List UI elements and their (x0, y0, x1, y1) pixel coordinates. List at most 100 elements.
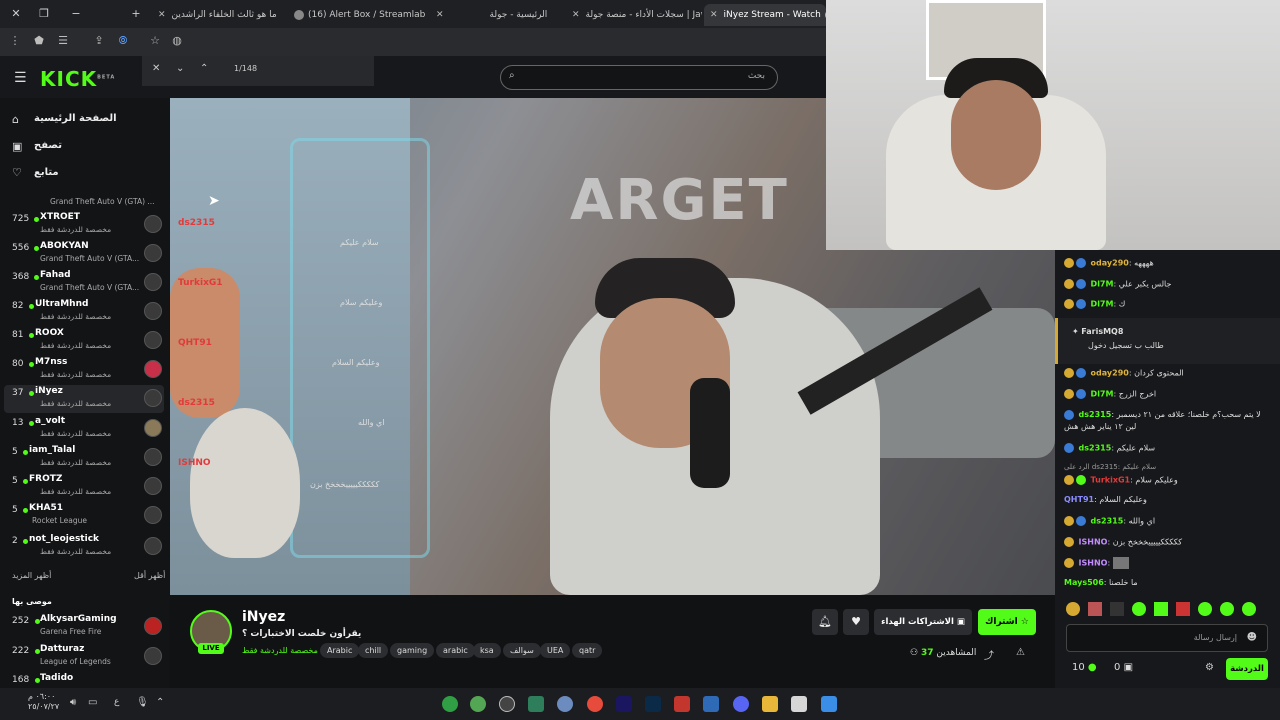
app-outlook-icon[interactable] (703, 696, 719, 712)
share-icon[interactable]: ⤴ (984, 647, 994, 662)
notification-bell-button[interactable]: 🔔︎ (812, 609, 838, 635)
browser-tab[interactable]: ✕ الرئيسية - جولة (430, 4, 566, 26)
kicks-count[interactable]: 10 ● (1072, 662, 1097, 673)
windows-start-icon[interactable] (821, 696, 837, 712)
tray-expand-icon[interactable]: ⌃ (156, 697, 164, 708)
app-terminal-icon[interactable] (528, 696, 544, 712)
network-icon[interactable]: ▭ (88, 697, 97, 708)
sidebar-channel[interactable]: 82 UltraMhnd مخصصة للدردشة فقط (4, 298, 164, 326)
find-prev-icon[interactable]: ⌃ (200, 63, 208, 74)
new-tab-icon[interactable]: + (128, 6, 144, 22)
sidebar-channel-selected[interactable]: 37 iNyez مخصصة للدردشة فقط (4, 385, 164, 413)
sidebar-channel[interactable]: 556 ABOKYAN Grand Theft Auto V (GTA... (4, 240, 164, 268)
sidebar-channel[interactable]: 80 M7nss مخصصة للدردشة فقط (4, 356, 164, 384)
app-file-explorer-icon[interactable] (762, 696, 778, 712)
browser-tab[interactable]: ✕سجلات الأداء - منصة جولة | Jawlah (566, 4, 702, 26)
tag[interactable]: chill (358, 643, 389, 658)
channel-category: Garena Free Fire (40, 627, 102, 636)
sidebar-channel[interactable]: 5 FROTZ مخصصة للدردشة فقط (4, 473, 164, 501)
app-chatgpt-icon[interactable] (499, 696, 515, 712)
stream-category[interactable]: مخصصة للدردشة فقط (242, 646, 318, 655)
language-indicator-icon[interactable]: ع (114, 697, 119, 707)
gift-subs-button[interactable]: الاشتراكات الهداء ▣ (874, 609, 972, 635)
find-next-icon[interactable]: ⌄ (176, 63, 184, 74)
chat-input[interactable]: إرسال رسالة ☻ (1066, 624, 1268, 652)
app-photoshop-icon[interactable] (645, 696, 661, 712)
tag[interactable]: UEA (540, 643, 571, 658)
subscribe-button[interactable]: اشتراك ☆ (978, 609, 1036, 635)
sidebar-channel[interactable]: 81 ROOX مخصصة للدردشة فقط (4, 327, 164, 355)
sidebar-channel[interactable]: 13 a_volt مخصصة للدردشة فقط (4, 415, 164, 443)
follow-heart-button[interactable]: ♥ (843, 609, 869, 635)
viewer-count: 556 (12, 243, 30, 253)
app-discord-icon[interactable] (733, 696, 749, 712)
sidebar-channel[interactable]: 725 XTROET مخصصة للدردشة فقط (4, 211, 164, 239)
overlay-chat-msg: وعليكم السلام (332, 358, 380, 367)
emote-icon[interactable] (1132, 602, 1146, 616)
live-dot (23, 539, 28, 544)
browser-tab[interactable]: (16) Alert Box / Streamlab✕ (290, 4, 426, 26)
emoji-icon[interactable]: ☻ (1247, 632, 1257, 643)
app-chrome-green-icon[interactable] (442, 696, 458, 712)
emote-icon[interactable] (1154, 602, 1168, 616)
emote-icon[interactable] (1088, 602, 1102, 616)
site-info-icon[interactable]: ◍ (170, 34, 184, 48)
filter-icon[interactable]: ☰ (56, 34, 70, 48)
volume-icon[interactable]: 🔊︎ (70, 697, 76, 708)
gifts-count[interactable]: 0 ▣ (1114, 662, 1133, 673)
channel-name[interactable]: iNyez (242, 609, 285, 625)
app-red-icon[interactable] (674, 696, 690, 712)
emote-icon[interactable] (1198, 602, 1212, 616)
tag[interactable]: Arabic (320, 643, 360, 658)
minimize-icon[interactable]: − (68, 6, 84, 22)
emote-icon[interactable] (1176, 602, 1190, 616)
report-icon[interactable]: ⚠ (1016, 647, 1025, 658)
show-less-link[interactable]: أظهر أقل (134, 571, 165, 580)
emote-icon[interactable] (1220, 602, 1234, 616)
sidebar-channel[interactable]: 5 iam_Talal مخصصة للدردشة فقط (4, 444, 164, 472)
kick-logo[interactable]: KICKBETA (40, 67, 115, 91)
show-more-link[interactable]: أظهر المزيد (12, 571, 51, 580)
star-icon[interactable]: ☆ (148, 34, 162, 48)
sidebar-channel[interactable]: 368 Fahad Grand Theft Auto V (GTA... (4, 269, 164, 297)
tag[interactable]: arabic (436, 643, 475, 658)
app-chrome-icon[interactable] (587, 696, 603, 712)
app-browser-icon[interactable] (470, 696, 486, 712)
tag[interactable]: ksa (473, 643, 501, 658)
tag[interactable]: gaming (390, 643, 435, 658)
clock[interactable]: ٠٦:٠٠ م ٢٥/٠٧/٢٧ (28, 692, 59, 712)
app-premiere-icon[interactable] (616, 696, 632, 712)
emote-icon[interactable] (1242, 602, 1256, 616)
tag[interactable]: qatr (572, 643, 603, 658)
close-window-icon[interactable]: ✕ (8, 6, 24, 22)
chat-input-placeholder: إرسال رسالة (1193, 633, 1237, 642)
sidebar-channel[interactable]: 2 not_leojestick مخصصة للدردشة فقط (4, 533, 164, 561)
browser-tab[interactable]: ✕ ما هو ثالث الخلفاء الراشدين (152, 4, 282, 26)
recommended-channel[interactable]: 168 Tadido (4, 672, 164, 688)
sub-badge-icon (1076, 475, 1086, 485)
settings-gear-icon[interactable]: ⚙ (1205, 662, 1214, 673)
recommended-channel[interactable]: 222 Datturaz League of Legends (4, 643, 164, 671)
extension-icon[interactable]: ⬟ (32, 34, 46, 48)
share-icon[interactable]: ⇪ (92, 34, 106, 48)
chat-message: QHT91: وعليكم السلام (1064, 495, 1147, 504)
badge-icon (1064, 537, 1074, 547)
menu-icon[interactable]: ☰ (14, 70, 27, 86)
mouse-cursor-icon: ➤ (208, 193, 220, 209)
sidebar-channel[interactable]: 5 KHA51 Rocket League (4, 502, 164, 530)
find-close-icon[interactable]: ✕ (152, 63, 160, 74)
search-input[interactable]: ⌕ بحث (500, 65, 778, 90)
translate-icon[interactable]: ⦾ (116, 34, 130, 48)
mic-tray-icon[interactable]: 🎙︎ (136, 697, 149, 708)
overlay-chat-user: ISHNO (178, 458, 211, 468)
emote-icon[interactable] (1110, 602, 1124, 616)
recommended-channel[interactable]: 252 AlkysarGaming Garena Free Fire (4, 613, 164, 641)
tag[interactable]: سوالف (503, 643, 541, 658)
chat-send-button[interactable]: الدردشة (1226, 658, 1268, 680)
app-settings-icon[interactable] (557, 696, 573, 712)
browser-tab-active[interactable]: ✕ iNyez Stream - Watch (704, 4, 826, 26)
menu-dots-icon[interactable]: ⋮ (8, 34, 22, 48)
app-store-icon[interactable] (791, 696, 807, 712)
restore-window-icon[interactable]: ❐ (36, 6, 52, 22)
emote-icon[interactable] (1066, 602, 1080, 616)
